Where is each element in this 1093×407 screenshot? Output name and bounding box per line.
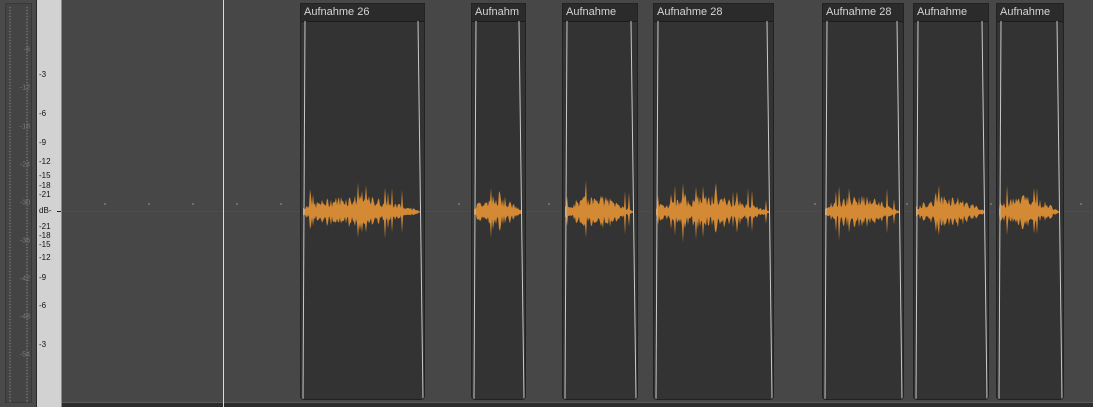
playhead-cursor[interactable] bbox=[223, 0, 224, 407]
scale-label: -9 bbox=[39, 273, 47, 282]
gap-dot bbox=[148, 203, 150, 205]
scale-label: -6 bbox=[39, 301, 47, 310]
db-scale: -3 -6 -9 -12 -15 -18 -21 dB- -21 -18 -15… bbox=[37, 0, 62, 407]
scale-label: -21 bbox=[39, 222, 51, 231]
audio-clip[interactable]: Aufnahme 28 bbox=[653, 3, 774, 400]
meter-label: -36 bbox=[19, 237, 30, 245]
scale-label: -21 bbox=[39, 190, 51, 199]
waveform-shape bbox=[999, 185, 1060, 235]
clip-waveform bbox=[915, 20, 988, 399]
meter-label: -24 bbox=[19, 161, 30, 169]
track-bottom-edge bbox=[62, 402, 1093, 407]
audio-clip[interactable]: Aufnahme 28 bbox=[822, 3, 904, 400]
scale-label: -3 bbox=[39, 70, 47, 79]
meter-label: -48 bbox=[19, 313, 30, 321]
fade-out-line[interactable] bbox=[630, 20, 637, 400]
audio-clip[interactable]: Aufnahme bbox=[562, 3, 638, 400]
fade-out-line[interactable] bbox=[417, 20, 424, 400]
clip-waveform bbox=[998, 20, 1063, 400]
waveform-shape bbox=[303, 182, 421, 239]
meter-label: -18 bbox=[19, 123, 30, 131]
scale-label: -3 bbox=[39, 340, 47, 349]
gap-dot bbox=[192, 203, 194, 205]
scale-label: -18 bbox=[39, 231, 51, 240]
level-meter: -6 -12 -18 -24 -30 -36 -42 -48 -54 bbox=[0, 0, 37, 407]
waveform-shape bbox=[825, 185, 900, 241]
scale-label: -12 bbox=[39, 253, 51, 262]
meter-label: -54 bbox=[19, 351, 30, 359]
gap-dot bbox=[990, 203, 992, 205]
gap-dot bbox=[236, 203, 238, 205]
gap-dot bbox=[104, 203, 106, 205]
gap-dot bbox=[458, 203, 460, 205]
gap-dot bbox=[280, 203, 282, 205]
scale-unit-label: dB- bbox=[39, 206, 52, 215]
meter-label: -12 bbox=[19, 84, 30, 92]
meter-label: -42 bbox=[19, 275, 30, 283]
fade-out-line[interactable] bbox=[1056, 20, 1063, 400]
scale-label: -18 bbox=[39, 181, 51, 190]
gap-dot bbox=[814, 203, 816, 205]
meter-label: -6 bbox=[23, 46, 30, 54]
scale-zero-tick bbox=[57, 211, 61, 212]
waveform-shape bbox=[474, 188, 522, 238]
clip-waveform bbox=[302, 20, 424, 400]
waveform-shape bbox=[565, 179, 634, 238]
clip-waveform bbox=[655, 20, 773, 400]
scale-label: -12 bbox=[39, 157, 51, 166]
clip-waveform bbox=[824, 20, 903, 399]
scale-label: -15 bbox=[39, 171, 51, 180]
audio-clip[interactable]: Aufnahme bbox=[996, 3, 1064, 400]
clip-waveform bbox=[564, 20, 637, 400]
clip-waveform bbox=[473, 20, 525, 399]
scale-label: -15 bbox=[39, 240, 51, 249]
waveform-shape bbox=[916, 185, 985, 236]
gap-dot bbox=[1080, 203, 1082, 205]
audio-clip[interactable]: Aufnahme 26 bbox=[300, 3, 425, 400]
gap-dot bbox=[548, 203, 550, 205]
waveform-shape bbox=[656, 182, 770, 243]
audio-clip[interactable]: Aufnahme bbox=[913, 3, 989, 400]
scale-label: -6 bbox=[39, 109, 47, 118]
fade-out-line[interactable] bbox=[766, 20, 773, 400]
gap-dot bbox=[906, 203, 908, 205]
meter-label: -30 bbox=[19, 199, 30, 207]
scale-label: -9 bbox=[39, 138, 47, 147]
audio-clip[interactable]: Aufnahm bbox=[471, 3, 526, 400]
